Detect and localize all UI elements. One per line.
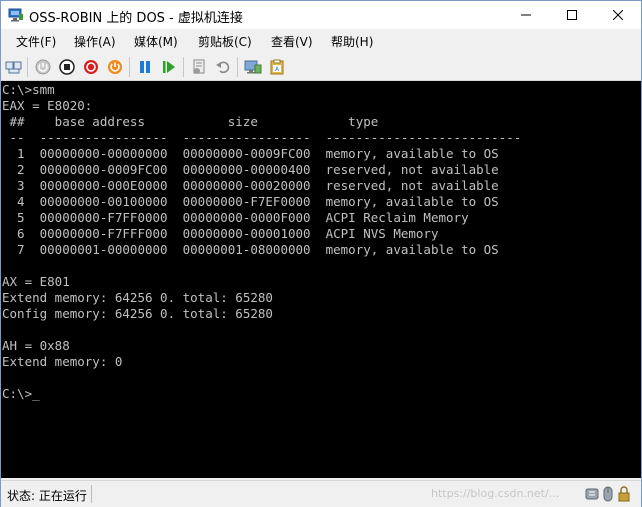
menu-view[interactable]: 查看(V) bbox=[271, 33, 313, 50]
menu-bar: 文件(F) 操作(A) 媒体(M) 剪贴板(C) 查看(V) 帮助(H) bbox=[1, 29, 641, 53]
revert-icon bbox=[216, 61, 230, 74]
keyboard-status-icon bbox=[585, 488, 599, 500]
checkpoint-button[interactable] bbox=[189, 57, 209, 77]
mouse-status-icon bbox=[603, 486, 613, 502]
console-line: EAX = E8020: bbox=[2, 98, 93, 113]
console-line: Config memory: 64256 0. total: 65280 bbox=[2, 306, 273, 321]
ctrl-alt-del-icon bbox=[5, 61, 22, 74]
power-button[interactable] bbox=[105, 57, 125, 77]
minimize-button[interactable] bbox=[503, 1, 549, 29]
console-line: AH = 0x88 bbox=[2, 338, 70, 353]
toolbar-separator bbox=[183, 57, 184, 77]
close-button[interactable] bbox=[595, 1, 641, 29]
lock-status-icon bbox=[618, 486, 630, 502]
menu-help[interactable]: 帮助(H) bbox=[331, 33, 373, 50]
turn-off-button[interactable] bbox=[57, 57, 77, 77]
power-icon bbox=[108, 60, 122, 74]
toolbar-separator bbox=[129, 57, 130, 77]
pause-button[interactable] bbox=[135, 57, 155, 77]
vm-console-screen[interactable]: C:\>smm EAX = E8020: ## base address siz… bbox=[1, 81, 641, 478]
console-line: 3 00000000-000E0000 00000000-00020000 re… bbox=[2, 178, 499, 193]
close-icon bbox=[613, 10, 623, 20]
watermark-text: https://blog.csdn.net/... bbox=[431, 487, 560, 500]
console-line: 5 00000000-F7FF0000 00000000-0000F000 AC… bbox=[2, 210, 469, 225]
pause-icon bbox=[140, 61, 150, 73]
title-bar[interactable]: OSS-ROBIN 上的 DOS - 虚拟机连接 bbox=[1, 1, 641, 29]
console-line: 1 00000000-00000000 00000000-0009FC00 me… bbox=[2, 146, 499, 161]
vm-connection-window: OSS-ROBIN 上的 DOS - 虚拟机连接 文件(F) 操作(A) 媒体(… bbox=[0, 0, 642, 507]
console-line: 2 00000000-0009FC00 00000000-00000400 re… bbox=[2, 162, 499, 177]
menu-media[interactable]: 媒体(M) bbox=[134, 33, 178, 50]
maximize-icon bbox=[567, 10, 577, 20]
maximize-button[interactable] bbox=[549, 1, 595, 29]
console-line: AX = E801 bbox=[2, 274, 70, 289]
enhanced-session-button[interactable] bbox=[243, 57, 263, 77]
menu-clipboard[interactable]: 剪贴板(C) bbox=[198, 33, 252, 50]
status-bar: 状态: 正在运行 https://blog.csdn.net/... bbox=[1, 480, 641, 507]
vm-connection-app-icon bbox=[8, 8, 23, 22]
toolbar-separator bbox=[27, 57, 28, 77]
toolbar: A bbox=[1, 53, 641, 81]
console-line: C:\>smm bbox=[2, 82, 55, 97]
start-icon bbox=[35, 59, 51, 75]
revert-button[interactable] bbox=[213, 57, 233, 77]
console-line: Extend memory: 0 bbox=[2, 354, 123, 369]
console-prompt: C:\> bbox=[2, 386, 33, 401]
type-clipboard-button[interactable]: A bbox=[267, 57, 287, 77]
console-cursor: _ bbox=[32, 386, 40, 401]
console-line: ## base address size type bbox=[2, 114, 379, 129]
resume-button[interactable] bbox=[159, 57, 179, 77]
toolbar-separator bbox=[237, 57, 238, 77]
checkpoint-icon bbox=[193, 59, 205, 74]
type-clipboard-icon: A bbox=[270, 59, 284, 75]
menu-action[interactable]: 操作(A) bbox=[74, 33, 116, 50]
enhanced-session-icon bbox=[244, 60, 262, 74]
minimize-icon bbox=[521, 14, 531, 16]
status-separator bbox=[91, 485, 92, 503]
resume-icon bbox=[163, 61, 175, 73]
vm-status-text: 状态: 正在运行 bbox=[7, 489, 87, 503]
shutdown-button[interactable] bbox=[81, 57, 101, 77]
console-line: 7 00000001-00000000 00000001-08000000 me… bbox=[2, 242, 499, 257]
turn-off-icon bbox=[59, 59, 75, 75]
console-line: -- ----------------- ----------------- -… bbox=[2, 130, 522, 145]
shutdown-icon bbox=[84, 60, 98, 74]
console-line: 4 00000000-00100000 00000000-F7EF0000 me… bbox=[2, 194, 499, 209]
start-button[interactable] bbox=[33, 57, 53, 77]
window-title: OSS-ROBIN 上的 DOS - 虚拟机连接 bbox=[29, 11, 243, 26]
ctrl-alt-del-button[interactable] bbox=[4, 57, 24, 77]
console-line: Extend memory: 64256 0. total: 65280 bbox=[2, 290, 273, 305]
console-output: C:\>smm EAX = E8020: ## base address siz… bbox=[2, 82, 521, 402]
console-line: 6 00000000-F7FFF000 00000000-00001000 AC… bbox=[2, 226, 439, 241]
menu-file[interactable]: 文件(F) bbox=[16, 33, 56, 50]
